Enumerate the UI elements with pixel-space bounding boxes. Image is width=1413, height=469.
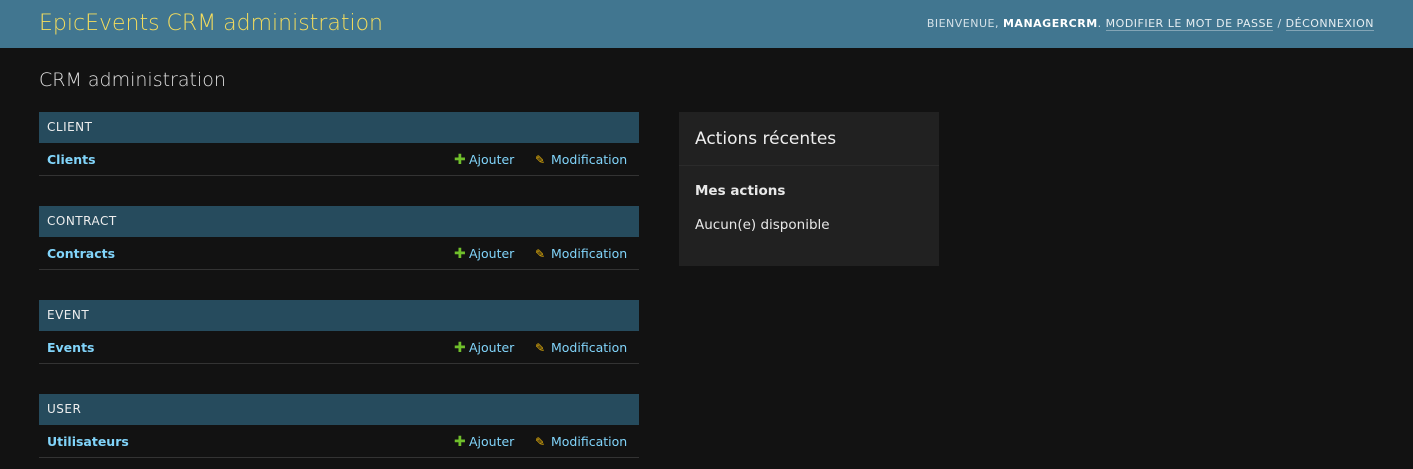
add-label: Ajouter: [469, 340, 515, 355]
site-branding[interactable]: EpicEvents CRM administration: [39, 10, 383, 38]
recent-actions-title: Actions récentes: [695, 129, 837, 149]
module-caption[interactable]: User: [39, 394, 639, 425]
module-caption[interactable]: Client: [39, 112, 639, 143]
module-caption[interactable]: Contract: [39, 206, 639, 237]
model-link-contracts[interactable]: Contracts: [47, 245, 115, 262]
page-title: CRM administration: [39, 69, 226, 91]
add-label: Ajouter: [469, 434, 515, 449]
welcome-text: Bienvenue,: [926, 17, 999, 30]
header: EpicEvents CRM administration Bienvenue,…: [0, 0, 1413, 48]
model-row: Events ✚ Ajouter ✎ Modification: [39, 331, 639, 364]
username: managercrm: [1002, 17, 1098, 30]
pencil-icon: ✎: [535, 341, 546, 355]
app-module-client: Client Clients ✚ Ajouter ✎ Modification: [39, 112, 639, 176]
change-label: Modification: [551, 246, 628, 261]
change-contracts-link[interactable]: ✎ Modification: [535, 245, 627, 263]
pencil-icon: ✎: [535, 153, 546, 167]
app-module-event: Event Events ✚ Ajouter ✎ Modification: [39, 300, 639, 364]
add-label: Ajouter: [469, 246, 515, 261]
change-events-link[interactable]: ✎ Modification: [535, 339, 627, 357]
plus-icon: ✚: [454, 340, 466, 356]
plus-icon: ✚: [454, 152, 466, 168]
add-contracts-link[interactable]: ✚ Ajouter: [454, 245, 514, 263]
model-link-clients[interactable]: Clients: [47, 151, 96, 168]
module-caption[interactable]: Event: [39, 300, 639, 331]
model-link-events[interactable]: Events: [47, 339, 94, 356]
pencil-icon: ✎: [535, 247, 546, 261]
change-label: Modification: [551, 152, 628, 167]
user-tools: Bienvenue, managercrm. Modifier le mot d…: [926, 17, 1374, 31]
my-actions-heading: Mes actions: [695, 183, 786, 199]
add-events-link[interactable]: ✚ Ajouter: [454, 339, 514, 357]
model-link-utilisateurs[interactable]: Utilisateurs: [47, 433, 129, 450]
plus-icon: ✚: [454, 434, 466, 450]
recent-actions-panel: Actions récentes Mes actions Aucun(e) di…: [679, 112, 939, 266]
change-password-link[interactable]: Modifier le mot de passe: [1105, 17, 1274, 31]
change-label: Modification: [551, 340, 628, 355]
model-row: Utilisateurs ✚ Ajouter ✎ Modification: [39, 425, 639, 458]
model-row: Clients ✚ Ajouter ✎ Modification: [39, 143, 639, 176]
change-utilisateurs-link[interactable]: ✎ Modification: [535, 433, 627, 451]
logout-link[interactable]: Déconnexion: [1285, 17, 1374, 31]
model-row: Contracts ✚ Ajouter ✎ Modification: [39, 237, 639, 270]
add-label: Ajouter: [469, 152, 515, 167]
pencil-icon: ✎: [535, 435, 546, 449]
add-clients-link[interactable]: ✚ Ajouter: [454, 151, 514, 169]
change-clients-link[interactable]: ✎ Modification: [535, 151, 627, 169]
empty-actions-text: Aucun(e) disponible: [695, 217, 830, 233]
app-module-user: User Utilisateurs ✚ Ajouter ✎ Modification: [39, 394, 639, 458]
add-utilisateurs-link[interactable]: ✚ Ajouter: [454, 433, 514, 451]
user-tools-separator: /: [1277, 17, 1282, 30]
plus-icon: ✚: [454, 246, 466, 262]
change-label: Modification: [551, 434, 628, 449]
divider: [679, 165, 939, 166]
app-module-contract: Contract Contracts ✚ Ajouter ✎ Modificatio…: [39, 206, 639, 270]
